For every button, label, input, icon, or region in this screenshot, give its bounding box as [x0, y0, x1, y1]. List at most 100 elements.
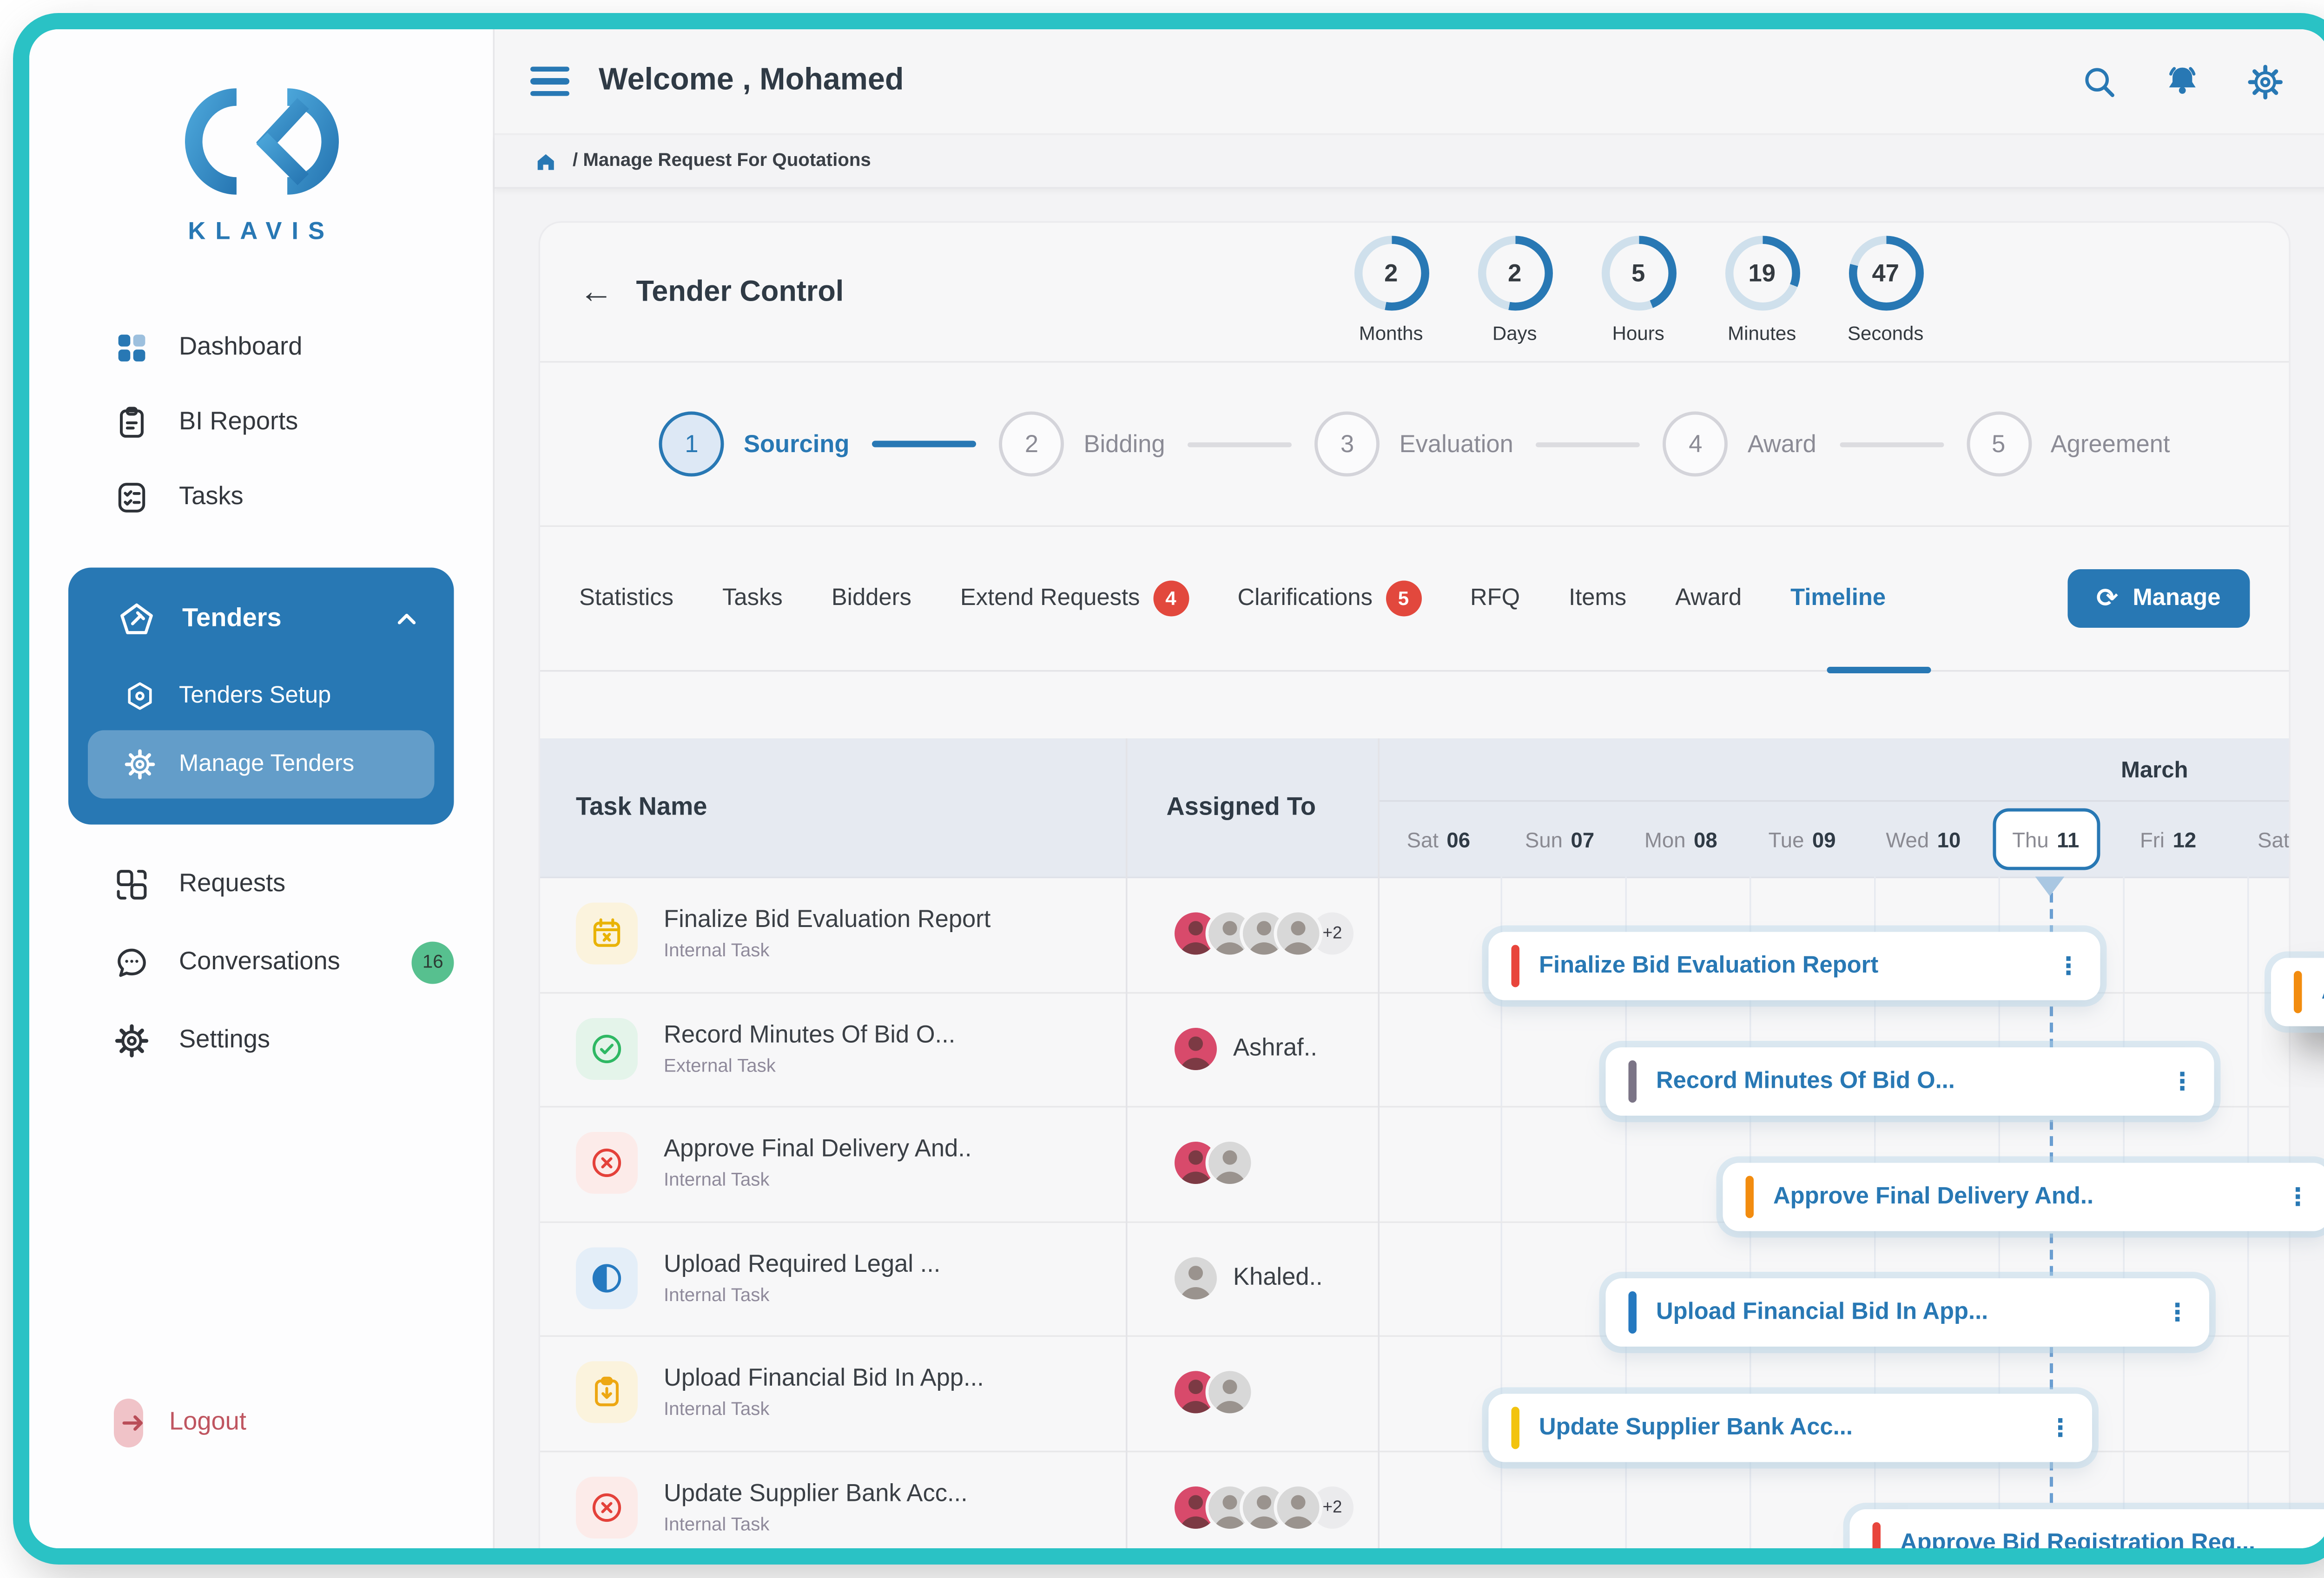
countdown-ring: 2 [1353, 236, 1428, 311]
home-icon[interactable] [534, 149, 558, 173]
sidebar-subitem-label: Tenders Setup [179, 683, 331, 709]
tab-timeline[interactable]: Timeline [1790, 585, 1886, 611]
task-name: Finalize Bid Evaluation Report [664, 906, 990, 934]
tab-extend-requests[interactable]: Extend Requests4 [960, 581, 1189, 617]
task-name: Upload Financial Bid In App... [664, 1365, 984, 1393]
day-header-current[interactable]: Thu11 [1992, 809, 2100, 870]
gantt-bar[interactable]: Approve Final Delivery And..⋮ [1723, 1163, 2324, 1231]
task-cell: Record Minutes Of Bid O...External Task [576, 991, 1113, 1106]
tab-award[interactable]: Award [1675, 585, 1742, 611]
tab-rfq[interactable]: RFQ [1470, 585, 1520, 611]
sidebar-item-tenders[interactable]: Tenders [88, 591, 435, 662]
task-type: Internal Task [664, 1400, 984, 1420]
column-separator [1126, 738, 1128, 877]
check-circle-icon [576, 1018, 638, 1079]
step-bidding[interactable]: 2Bidding [999, 412, 1165, 477]
manage-button[interactable]: ⟳ Manage [2067, 569, 2250, 628]
sidebar-group-label: Tenders [182, 605, 366, 634]
clipboard-icon [114, 405, 150, 441]
sidebar-item-tenders-setup[interactable]: Tenders Setup [88, 662, 435, 730]
gantt-header: Task Name Assigned To March Sat06Sun07Mo… [540, 738, 2289, 878]
day-number: 10 [1937, 827, 1961, 852]
avatar [1206, 1368, 1254, 1417]
step-label: Award [1748, 430, 1816, 458]
tab-items[interactable]: Items [1569, 585, 1626, 611]
step-label: Agreement [2051, 430, 2170, 458]
day-of-week: Sun [1525, 827, 1563, 852]
tab-bidders[interactable]: Bidders [832, 585, 911, 611]
countdown-label: Months [1359, 322, 1423, 345]
sidebar-menu: Dashboard BI Reports Tasks [29, 311, 493, 535]
avatar [1206, 1139, 1254, 1188]
step-number: 3 [1315, 412, 1380, 477]
sidebar-item-tasks[interactable]: Tasks [29, 460, 493, 535]
breadcrumb: / Manage Request For Quotations [495, 135, 2324, 189]
tab-statistics[interactable]: Statistics [579, 585, 673, 611]
gantt-bar[interactable]: Upload Financial Bid In App...⋮ [1606, 1278, 2210, 1347]
sidebar-item-manage-tenders[interactable]: Manage Tenders [88, 730, 435, 799]
sidebar-menu-lower: RequestsConversations16Settings [29, 848, 493, 1078]
countdown-ring: 5 [1601, 236, 1676, 311]
tab-clarifications[interactable]: Clarifications5 [1237, 581, 1421, 617]
menu-toggle-icon[interactable] [530, 67, 569, 96]
step-award[interactable]: 4Award [1663, 412, 1816, 477]
tab-label: Items [1569, 585, 1626, 611]
sidebar-item-requests[interactable]: Requests [29, 848, 493, 922]
kebab-menu-icon[interactable]: ⋮ [2166, 1298, 2190, 1327]
tab-label: Extend Requests [960, 585, 1140, 611]
countdown-ring: 47 [1848, 236, 1923, 311]
kebab-menu-icon[interactable]: ⋮ [2056, 952, 2081, 981]
sidebar-item-settings[interactable]: Settings [29, 1004, 493, 1078]
logout-button[interactable]: Logout [114, 1399, 246, 1447]
gantt-bar[interactable]: Update Supplier Bank Acc...⋮ [1489, 1394, 2093, 1462]
gantt-bar[interactable]: Approve Bid Registration Req...⋮ [1850, 1509, 2324, 1548]
sidebar-item-bi-reports[interactable]: BI Reports [29, 386, 493, 460]
gantt-bar[interactable]: Finalize Bid Evaluation Report⋮ [1489, 932, 2100, 1000]
countdown-value: 5 [1601, 236, 1676, 311]
step-sourcing[interactable]: 1Sourcing [659, 412, 850, 477]
tab-tasks[interactable]: Tasks [722, 585, 783, 611]
task-name: Approve Final Delivery And.. [664, 1136, 971, 1164]
calendar-x-icon [576, 903, 638, 965]
step-agreement[interactable]: 5 Agreement [1966, 412, 2170, 477]
logout-icon [114, 1399, 143, 1447]
top-actions [2081, 63, 2284, 100]
sidebar-item-conversations[interactable]: Conversations16 [29, 922, 493, 1004]
search-icon[interactable] [2081, 63, 2119, 100]
bar-status-tick [2294, 971, 2302, 1013]
sidebar-item-label: BI Reports [179, 408, 298, 438]
bar-label: Record Minutes Of Bid O... [1656, 1069, 1955, 1095]
task-type: Internal Task [664, 1515, 968, 1535]
stage-stepper: 1Sourcing 2Bidding 3Evaluation 4Award 5 Agree… [540, 363, 2289, 527]
bar-status-tick [1512, 1407, 1520, 1449]
back-arrow-icon[interactable]: ← [579, 272, 614, 311]
sidebar-item-label: Dashboard [179, 334, 302, 363]
tab-label: Clarifications [1237, 585, 1373, 611]
kebab-menu-icon[interactable]: ⋮ [2286, 1183, 2311, 1212]
task-type: Internal Task [664, 942, 990, 961]
hexagon-icon [124, 680, 156, 712]
step-number: 5 [1966, 412, 2031, 477]
bell-icon[interactable] [2164, 63, 2201, 100]
day-number: 11 [2057, 827, 2079, 852]
kebab-menu-icon[interactable]: ⋮ [2048, 1414, 2073, 1443]
sidebar-item-dashboard[interactable]: Dashboard [29, 311, 493, 386]
day-headers: Sat06Sun07Mon08Tue09Wed10Thu11Fri12Sat13 [1378, 802, 2289, 877]
card-title: Tender Control [636, 275, 844, 309]
kebab-menu-icon[interactable]: ⋮ [2170, 1067, 2195, 1096]
current-day-pointer [2035, 877, 2065, 896]
column-header-task-name: Task Name [576, 738, 707, 877]
column-separator [1378, 738, 1380, 877]
step-connector [872, 441, 976, 447]
gantt-bar[interactable]: Record Minutes Of Bid O... ⋮ [1606, 1047, 2214, 1116]
gantt-bar[interactable]: Approve Extend⋮ [2271, 958, 2324, 1026]
step-evaluation[interactable]: 3Evaluation [1315, 412, 1513, 477]
countdown-label: Hours [1612, 322, 1664, 345]
gantt-body: Finalize Bid Evaluation Report Internal T… [540, 877, 2289, 1549]
grid-icon [114, 330, 150, 366]
avatar [1171, 1254, 1220, 1302]
chevron-up-icon[interactable] [392, 605, 422, 634]
task-cell: Upload Required Legal ...Internal Task [576, 1221, 1113, 1335]
gear-icon[interactable] [2247, 63, 2284, 100]
bar-label: Approve Extend [2322, 979, 2324, 1005]
